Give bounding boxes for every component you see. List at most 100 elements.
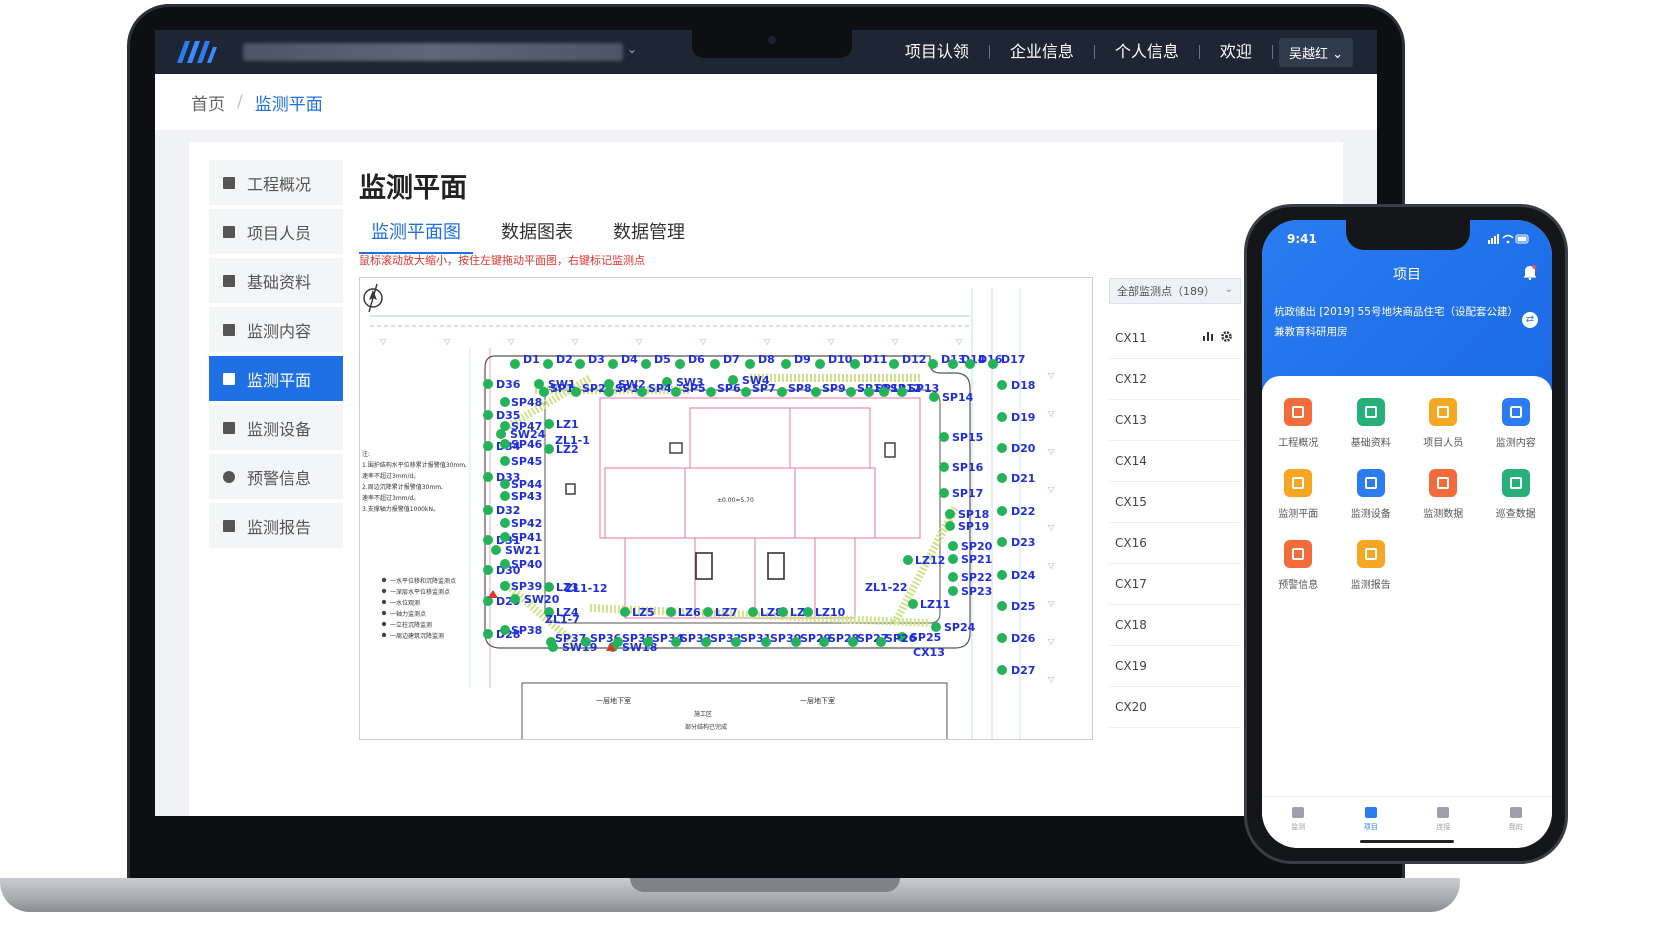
monitor-point-marker[interactable] [850, 359, 860, 369]
list-item[interactable]: CX20 [1109, 687, 1241, 728]
list-item[interactable]: CX11 [1109, 318, 1241, 359]
monitor-point-marker[interactable] [483, 410, 493, 420]
monitor-point-marker[interactable] [604, 387, 614, 397]
list-item[interactable]: CX19 [1109, 646, 1241, 687]
monitor-point-marker[interactable] [637, 387, 647, 397]
monitor-point-marker[interactable] [510, 594, 520, 604]
function-item[interactable]: 监测内容 [1480, 398, 1553, 449]
monitor-point-marker[interactable] [500, 439, 510, 449]
monitor-point-marker[interactable] [948, 572, 958, 582]
tab-data-manage[interactable]: 数据管理 [601, 218, 697, 254]
function-item[interactable]: 项目人员 [1407, 398, 1480, 449]
list-item[interactable]: CX15 [1109, 482, 1241, 523]
monitor-point-marker[interactable] [897, 387, 907, 397]
monitor-point-marker[interactable] [706, 387, 716, 397]
monitor-point-marker[interactable] [666, 607, 676, 617]
monitor-point-marker[interactable] [908, 599, 918, 609]
monitor-point-marker[interactable] [500, 456, 510, 466]
monitor-point-marker[interactable] [846, 387, 856, 397]
sidebar-item-monitor-content[interactable]: 监测内容 [209, 307, 343, 352]
user-menu-button[interactable]: 吴越红 ⌄ [1278, 37, 1353, 67]
monitor-point-marker[interactable] [510, 359, 520, 369]
monitor-point-marker[interactable] [997, 537, 1007, 547]
monitor-point-marker[interactable] [539, 387, 549, 397]
phone-tab-0[interactable]: 监测 [1262, 797, 1335, 848]
list-item[interactable]: CX14 [1109, 441, 1241, 482]
monitor-point-marker[interactable] [491, 545, 501, 555]
monitor-point-marker[interactable] [483, 629, 493, 639]
monitor-point-marker[interactable] [945, 509, 955, 519]
function-item[interactable]: 监测设备 [1335, 469, 1408, 520]
function-item[interactable]: 监测平面 [1262, 469, 1335, 520]
monitor-point-marker[interactable] [483, 472, 493, 482]
monitor-point-marker[interactable] [483, 379, 493, 389]
monitor-point-marker[interactable] [864, 387, 874, 397]
monitor-point-marker[interactable] [745, 359, 755, 369]
monitor-point-marker[interactable] [811, 387, 821, 397]
bar-chart-icon[interactable] [1202, 330, 1214, 342]
monitor-point-marker[interactable] [815, 359, 825, 369]
monitor-point-marker[interactable] [571, 387, 581, 397]
monitor-point-marker[interactable] [710, 359, 720, 369]
bell-icon[interactable] [1522, 264, 1538, 280]
monitor-point-marker[interactable] [544, 582, 554, 592]
swap-project-icon[interactable]: ⇄ [1522, 312, 1538, 328]
tab-plan-view[interactable]: 监测平面图 [359, 218, 473, 254]
breadcrumb-home[interactable]: 首页 [191, 90, 225, 115]
company-chevron-icon[interactable]: ⌄ [627, 42, 637, 56]
monitor-point-marker[interactable] [997, 601, 1007, 611]
gear-icon[interactable] [1220, 330, 1233, 343]
monitor-point-marker[interactable] [997, 665, 1007, 675]
phone-tab-3[interactable]: 我的 [1480, 797, 1553, 848]
monitor-point-marker[interactable] [903, 555, 913, 565]
function-item[interactable]: 巡查数据 [1480, 469, 1553, 520]
sidebar-item-basic-data[interactable]: 基础资料 [209, 258, 343, 303]
monitor-point-marker[interactable] [777, 387, 787, 397]
monitor-point-marker[interactable] [988, 359, 998, 369]
list-item[interactable]: CX16 [1109, 523, 1241, 564]
company-name-blurred[interactable] [243, 43, 623, 61]
monitor-point-marker[interactable] [496, 429, 506, 439]
monitor-point-marker[interactable] [997, 633, 1007, 643]
nav-company-info[interactable]: 企业信息 [990, 44, 1095, 60]
monitor-point-marker[interactable] [500, 397, 510, 407]
monitor-point-marker[interactable] [948, 554, 958, 564]
monitor-point-marker[interactable] [965, 359, 975, 369]
monitor-point-marker[interactable] [641, 359, 651, 369]
monitor-point-marker[interactable] [500, 491, 510, 501]
monitor-point-marker[interactable] [948, 541, 958, 551]
list-item[interactable]: CX13 [1109, 400, 1241, 441]
monitor-point-marker[interactable] [483, 505, 493, 515]
nav-project-claim[interactable]: 项目认领 [885, 44, 990, 60]
sidebar-item-alerts[interactable]: 预警信息 [209, 454, 343, 499]
monitor-point-marker[interactable] [500, 581, 510, 591]
monitor-point-marker[interactable] [671, 387, 681, 397]
monitor-point-marker[interactable] [483, 535, 493, 545]
monitor-point-marker[interactable] [997, 380, 1007, 390]
monitor-point-marker[interactable] [939, 462, 949, 472]
monitor-point-marker[interactable] [778, 607, 788, 617]
monitor-point-marker[interactable] [997, 473, 1007, 483]
function-item[interactable]: 监测报告 [1335, 540, 1408, 591]
monitor-point-marker[interactable] [544, 419, 554, 429]
monitor-point-marker[interactable] [997, 443, 1007, 453]
sidebar-item-monitor-plan[interactable]: 监测平面 [209, 356, 343, 401]
monitor-point-marker[interactable] [543, 359, 553, 369]
point-filter-select[interactable]: 全部监测点（189） ⌄ [1109, 278, 1241, 304]
tab-data-chart[interactable]: 数据图表 [489, 218, 585, 254]
monitor-point-marker[interactable] [997, 412, 1007, 422]
monitor-point-marker[interactable] [575, 359, 585, 369]
monitor-point-marker[interactable] [620, 607, 630, 617]
monitor-point-marker[interactable] [748, 607, 758, 617]
sidebar-item-devices[interactable]: 监测设备 [209, 405, 343, 450]
monitor-point-marker[interactable] [889, 359, 899, 369]
monitor-point-marker[interactable] [741, 387, 751, 397]
monitor-point-marker[interactable] [803, 607, 813, 617]
monitor-point-marker[interactable] [500, 518, 510, 528]
list-item[interactable]: CX17 [1109, 564, 1241, 605]
function-item[interactable]: 工程概况 [1262, 398, 1335, 449]
monitor-point-marker[interactable] [879, 387, 889, 397]
monitor-plan-canvas[interactable]: ▽ ▽ ▽ ▽ ▽ ▽ ▽ ▽ ▽ ▽ ▽ ▽ ▽ ▽ ▽ ▽ ▽ ▽ ▽ ±0.00=5.70 D1 D2 D3 D4 D5 D… [359, 277, 1093, 740]
list-item[interactable]: CX18 [1109, 605, 1241, 646]
list-item[interactable]: CX12 [1109, 359, 1241, 400]
